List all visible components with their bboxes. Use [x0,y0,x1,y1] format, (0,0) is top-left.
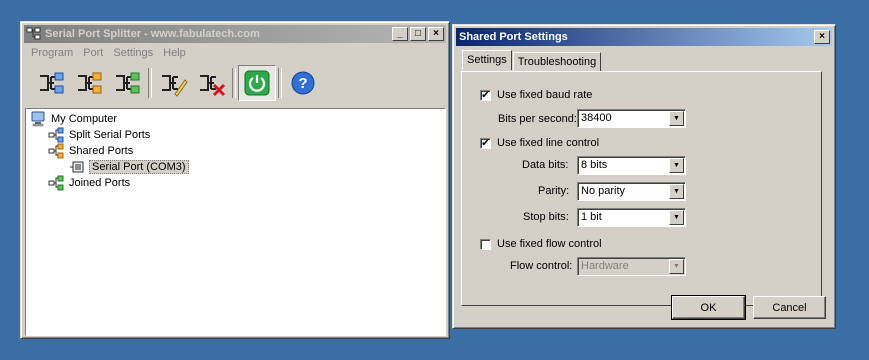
chevron-down-icon[interactable]: ▼ [669,158,684,173]
delete-port-icon [200,75,226,97]
serial-port-icon [70,161,84,173]
tree-node-shared-ports[interactable]: Shared Ports [48,143,135,159]
maximize-button[interactable]: □ [410,27,426,41]
app-icon [26,27,42,41]
joined-port-button[interactable] [108,65,146,101]
ok-button[interactable]: OK [671,295,746,320]
tab-strip: Settings Troubleshooting [462,50,602,72]
check-icon: ✔ [481,89,490,101]
tree-label: Shared Ports [69,145,134,157]
fixed-baud-checkbox[interactable]: ✔ [480,90,491,101]
cancel-button[interactable]: Cancel [753,296,826,319]
select-value: No parity [581,185,626,197]
stop-bits-label: Stop bits: [523,211,569,223]
tab-settings[interactable]: Settings [462,50,512,70]
close-button[interactable]: × [428,27,444,41]
tree-label: Serial Port (COM3) [89,160,189,174]
power-icon [244,70,270,96]
edit-port-icon [162,75,188,97]
menu-settings[interactable]: Settings [108,45,158,62]
main-title-bar[interactable]: Serial Port Splitter - www.fabulatech.co… [24,25,446,43]
data-bits-select[interactable]: 8 bits ▼ [577,156,686,175]
select-value: 8 bits [581,159,608,171]
tree-label: Joined Ports [69,177,131,189]
select-value: 1 bit [581,211,602,223]
bits-per-second-select[interactable]: 38400 ▼ [577,109,686,128]
help-button[interactable]: ? [284,65,322,101]
tree-node-serial-port-com3[interactable]: Serial Port (COM3) [70,159,189,175]
tree-node-split-serial-ports[interactable]: Split Serial Ports [48,127,152,143]
shared-port-button[interactable] [70,65,108,101]
svg-text:?: ? [298,75,307,92]
menu-help[interactable]: Help [158,45,191,62]
chevron-down-icon[interactable]: ▼ [669,210,684,225]
fixed-baud-label: Use fixed baud rate [497,89,593,101]
joined-port-icon [48,175,64,191]
data-bits-label: Data bits: [522,159,569,171]
minimize-button[interactable]: _ [392,27,408,41]
toolbar-separator [232,68,236,98]
chevron-down-icon[interactable]: ▼ [669,184,684,199]
computer-icon [31,111,45,127]
help-icon: ? [291,71,315,95]
chevron-down-icon[interactable]: ▼ [669,259,684,274]
main-window-title: Serial Port Splitter - www.fabulatech.co… [45,28,260,40]
stop-bits-select[interactable]: 1 bit ▼ [577,208,686,227]
check-icon: ✔ [481,137,490,149]
select-value: 38400 [581,112,612,124]
tree-node-my-computer[interactable]: My Computer [30,111,119,127]
bits-per-second-label: Bits per second: [498,113,577,125]
toolbar-separator [278,68,282,98]
select-value: Hardware [581,260,629,272]
delete-port-button[interactable] [192,65,230,101]
fixed-line-control-checkbox[interactable]: ✔ [480,138,491,149]
chevron-down-icon[interactable]: ▼ [669,111,684,126]
parity-select[interactable]: No parity ▼ [577,182,686,201]
shared-port-icon [48,143,64,159]
menu-program[interactable]: Program [26,45,78,62]
tree-node-joined-ports[interactable]: Joined Ports [48,175,132,191]
shared-port-settings-dialog: Shared Port Settings × Settings Troubles… [452,24,836,329]
flow-control-select[interactable]: Hardware ▼ [577,257,686,276]
settings-panel: ✔ Use fixed baud rate Bits per second: 3… [461,71,822,306]
dialog-close-button[interactable]: × [814,30,830,44]
main-window: Serial Port Splitter - www.fabulatech.co… [20,21,450,339]
fixed-flow-control-checkbox[interactable] [480,239,491,250]
parity-label: Parity: [538,185,570,197]
joined-port-icon [116,72,140,94]
split-port-icon [48,127,64,143]
tab-troubleshooting[interactable]: Troubleshooting [512,52,602,72]
edit-port-button[interactable] [154,65,192,101]
toolbar: ? [32,65,322,101]
port-tree[interactable]: My Computer Split Serial Ports Shared Po… [25,108,446,336]
dialog-title-bar[interactable]: Shared Port Settings × [456,28,832,46]
flow-control-label: Flow control: [510,260,573,272]
split-port-icon [40,72,64,94]
power-button[interactable] [238,65,276,101]
tree-label: Split Serial Ports [69,129,151,141]
fixed-flow-control-label: Use fixed flow control [497,238,602,250]
fixed-line-control-label: Use fixed line control [497,137,600,149]
menu-port[interactable]: Port [78,45,108,62]
toolbar-separator [148,68,152,98]
dialog-title: Shared Port Settings [459,31,568,43]
shared-port-icon [78,72,102,94]
split-port-button[interactable] [32,65,70,101]
menu-bar: Program Port Settings Help [26,45,191,62]
tree-label: My Computer [51,113,118,125]
